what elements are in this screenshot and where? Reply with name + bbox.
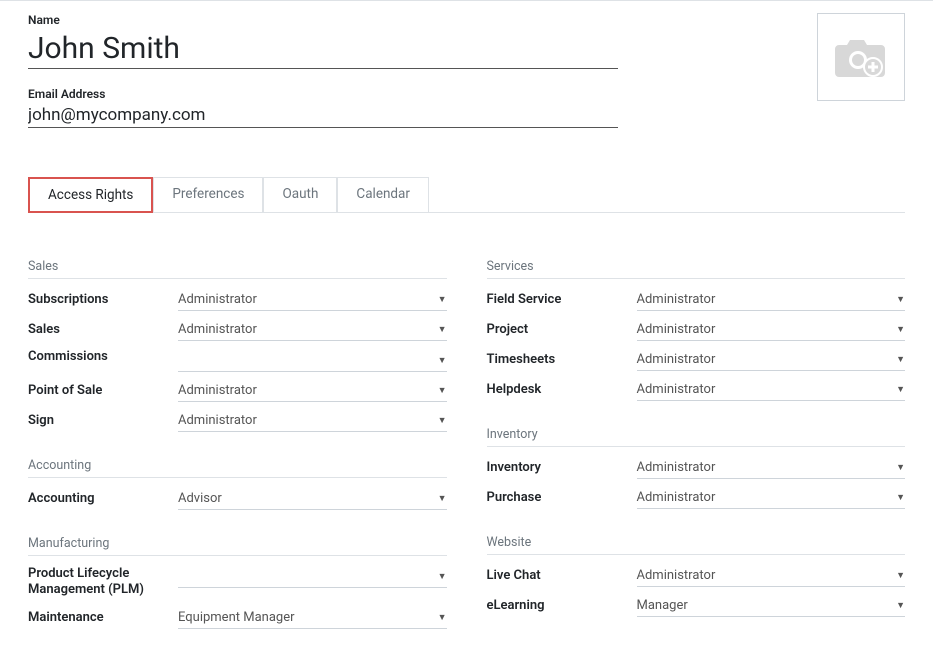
label-maintenance: Maintenance [28,610,178,627]
section-services: Services [487,259,906,279]
label-project: Project [487,322,637,339]
value-inventory: Administrator [637,460,716,475]
select-timesheets[interactable]: Administrator ▼ [637,349,906,371]
section-inventory: Inventory [487,427,906,447]
value-maintenance: Equipment Manager [178,610,295,625]
camera-plus-icon [835,35,887,79]
caret-down-icon: ▼ [896,600,905,611]
caret-down-icon: ▼ [438,355,447,366]
select-elearning[interactable]: Manager ▼ [637,595,906,617]
caret-down-icon: ▼ [438,415,447,426]
tab-oauth[interactable]: Oauth [263,177,337,213]
tab-access-rights[interactable]: Access Rights [28,177,153,213]
caret-down-icon: ▼ [438,385,447,396]
value-timesheets: Administrator [637,352,716,367]
tab-bar: Access Rights Preferences Oauth Calendar [28,176,905,213]
label-helpdesk: Helpdesk [487,382,637,399]
select-sales[interactable]: Administrator ▼ [178,319,447,341]
tab-preferences[interactable]: Preferences [153,177,263,213]
value-sales: Administrator [178,322,257,337]
caret-down-icon: ▼ [896,492,905,503]
label-timesheets: Timesheets [487,352,637,369]
select-inventory[interactable]: Administrator ▼ [637,457,906,479]
select-livechat[interactable]: Administrator ▼ [637,565,906,587]
caret-down-icon: ▼ [896,462,905,473]
section-accounting: Accounting [28,458,447,478]
label-subscriptions: Subscriptions [28,292,178,309]
caret-down-icon: ▼ [438,493,447,504]
name-input[interactable] [28,29,618,69]
label-sales: Sales [28,322,178,339]
select-field-service[interactable]: Administrator ▼ [637,289,906,311]
name-label: Name [28,13,618,27]
value-sign: Administrator [178,413,257,428]
caret-down-icon: ▼ [438,571,447,582]
value-field-service: Administrator [637,292,716,307]
caret-down-icon: ▼ [896,324,905,335]
select-maintenance[interactable]: Equipment Manager ▼ [178,607,447,629]
select-project[interactable]: Administrator ▼ [637,319,906,341]
select-subscriptions[interactable]: Administrator ▼ [178,289,447,311]
value-project: Administrator [637,322,716,337]
label-plm: Product Lifecycle Management (PLM) [28,566,178,600]
label-field-service: Field Service [487,292,637,309]
caret-down-icon: ▼ [438,612,447,623]
label-sign: Sign [28,413,178,430]
value-subscriptions: Administrator [178,292,257,307]
value-accounting: Advisor [178,491,222,506]
caret-down-icon: ▼ [438,324,447,335]
label-commissions: Commissions [28,349,178,366]
select-helpdesk[interactable]: Administrator ▼ [637,379,906,401]
label-elearning: eLearning [487,598,637,615]
caret-down-icon: ▼ [896,354,905,365]
value-helpdesk: Administrator [637,382,716,397]
caret-down-icon: ▼ [438,294,447,305]
value-elearning: Manager [637,598,688,613]
label-pos: Point of Sale [28,383,178,400]
caret-down-icon: ▼ [896,294,905,305]
label-accounting: Accounting [28,491,178,508]
label-purchase: Purchase [487,490,637,507]
photo-upload[interactable] [817,13,905,101]
value-purchase: Administrator [637,490,716,505]
select-sign[interactable]: Administrator ▼ [178,410,447,432]
section-website: Website [487,535,906,555]
email-label: Email Address [28,87,618,101]
select-accounting[interactable]: Advisor ▼ [178,488,447,510]
select-pos[interactable]: Administrator ▼ [178,380,447,402]
tab-calendar[interactable]: Calendar [337,177,429,213]
select-plm[interactable]: ▼ [178,566,447,588]
value-livechat: Administrator [637,568,716,583]
label-inventory: Inventory [487,460,637,477]
email-input[interactable] [28,103,618,128]
caret-down-icon: ▼ [896,384,905,395]
select-commissions[interactable]: ▼ [178,350,447,372]
label-livechat: Live Chat [487,568,637,585]
value-pos: Administrator [178,383,257,398]
select-purchase[interactable]: Administrator ▼ [637,487,906,509]
caret-down-icon: ▼ [896,570,905,581]
section-sales: Sales [28,259,447,279]
section-manufacturing: Manufacturing [28,536,447,556]
